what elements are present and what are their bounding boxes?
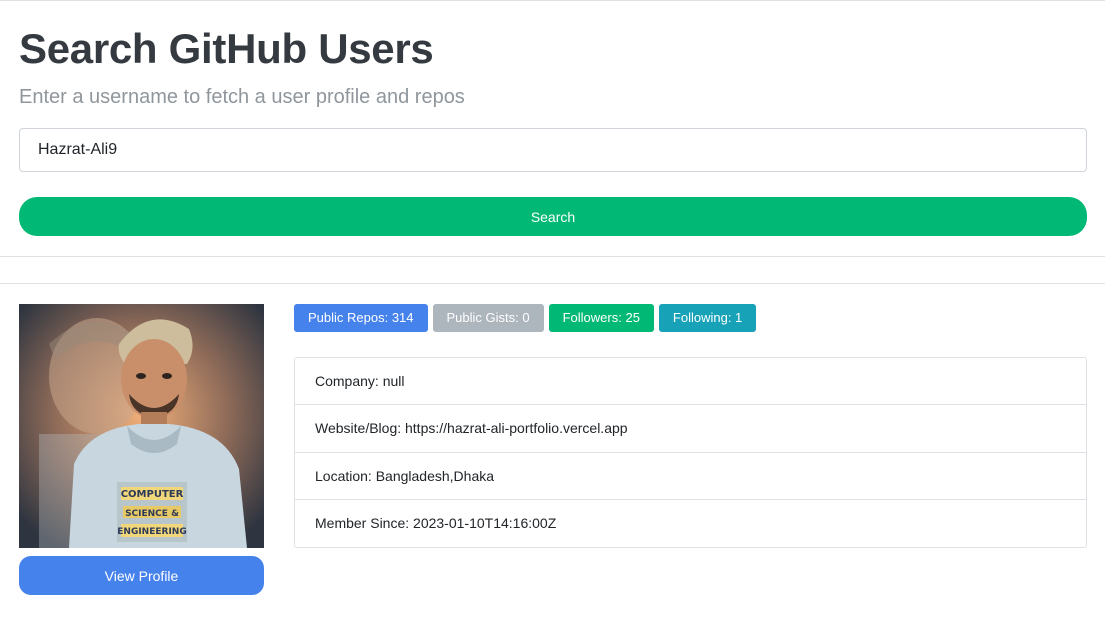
public-repos-badge: Public Repos: 314 — [294, 304, 428, 332]
public-gists-badge: Public Gists: 0 — [432, 304, 544, 332]
avatar-image: COMPUTER SCIENCE & ENGINEERING — [19, 304, 264, 548]
page-subtitle: Enter a username to fetch a user profile… — [19, 86, 465, 108]
member-since-detail: Member Since: 2023-01-10T14:16:00Z — [315, 514, 557, 531]
svg-text:SCIENCE &: SCIENCE & — [125, 509, 179, 519]
company-detail: Company: null — [295, 358, 1086, 406]
svg-text:COMPUTER: COMPUTER — [121, 489, 184, 500]
location-detail: Location: Bangladesh,Dhaka — [295, 453, 1086, 500]
view-profile-button[interactable]: View Profile — [19, 556, 264, 595]
website-detail: Website/Blog: https://hazrat-ali-portfol… — [295, 405, 1086, 453]
user-avatar: COMPUTER SCIENCE & ENGINEERING — [19, 304, 264, 548]
page-title: Search GitHub Users — [19, 25, 434, 72]
followers-badge: Followers: 25 — [548, 304, 654, 332]
profile-card: COMPUTER SCIENCE & ENGINEERING View Prof… — [0, 283, 1105, 636]
following-badge: Following: 1 — [658, 304, 757, 332]
svg-text:ENGINEERING: ENGINEERING — [117, 527, 186, 537]
profile-details-list: Company: null Website/Blog: https://hazr… — [294, 357, 1087, 548]
username-search-input[interactable] — [19, 128, 1087, 172]
stats-badges: Public Repos: 314 Public Gists: 0 Follow… — [294, 304, 757, 332]
search-button[interactable]: Search — [19, 197, 1087, 236]
search-card: Search GitHub Users Enter a username to … — [0, 1, 1105, 257]
